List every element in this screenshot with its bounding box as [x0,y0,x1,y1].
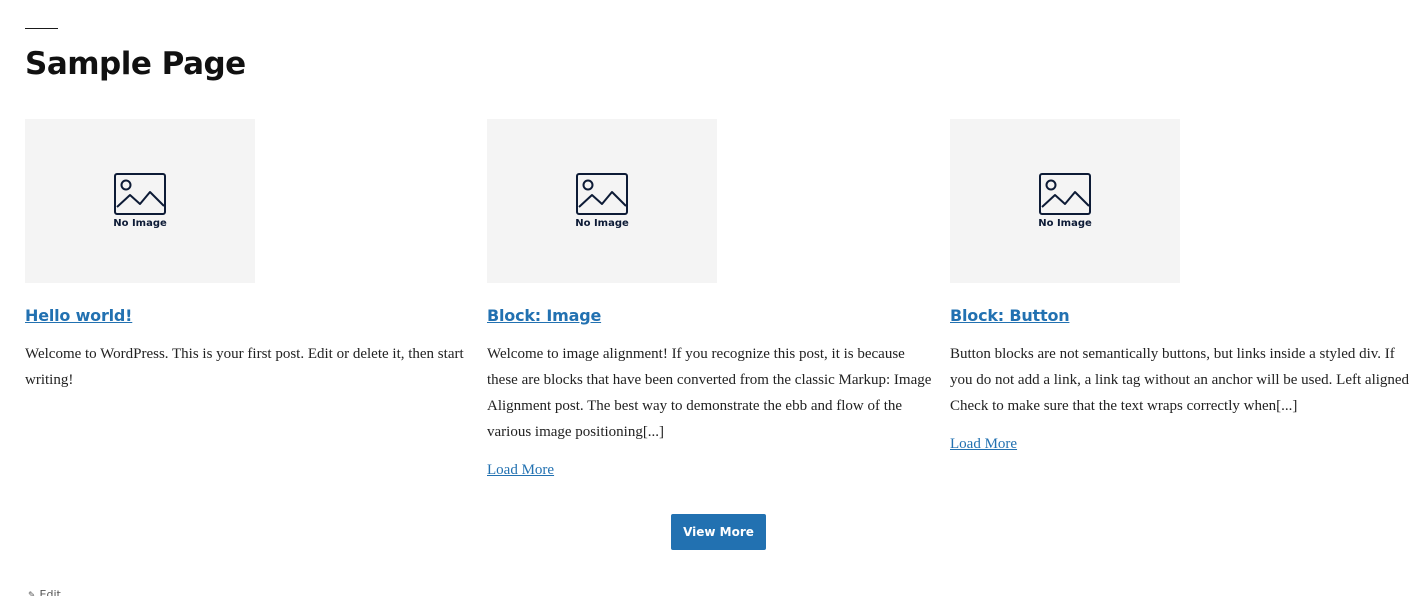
image-placeholder-icon [576,173,628,215]
no-image-label: No Image [1038,218,1092,229]
load-more-link[interactable]: Load More [950,434,1017,454]
post-excerpt: Welcome to image alignment! If you recog… [487,346,932,440]
view-more-button[interactable]: View More [671,514,766,550]
post-title: Hello world! [25,306,475,326]
post-title-link[interactable]: Block: Button [950,306,1070,325]
edit-link[interactable]: ✎ Edit [28,588,61,596]
post-card: No Image Block: Image Welcome to image a… [487,119,937,480]
page-title: Sample Page [25,46,246,82]
post-card: No Image Hello world! Welcome to WordPre… [25,119,475,393]
title-divider [25,28,58,29]
load-more-link[interactable]: Load More [487,460,554,480]
post-title-link[interactable]: Block: Image [487,306,601,325]
image-placeholder-icon [114,173,166,215]
post-excerpt: Welcome to WordPress. This is your first… [25,346,464,388]
post-thumbnail-placeholder[interactable]: No Image [25,119,255,283]
post-thumbnail-placeholder[interactable]: No Image [950,119,1180,283]
post-title: Block: Button [950,306,1410,326]
image-placeholder-icon [1039,173,1091,215]
post-title: Block: Image [487,306,937,326]
no-image-label: No Image [575,218,629,229]
post-card: No Image Block: Button Button blocks are… [950,119,1410,454]
post-thumbnail-placeholder[interactable]: No Image [487,119,717,283]
post-excerpt: Button blocks are not semantically butto… [950,346,1410,414]
pencil-icon: ✎ [28,591,36,596]
edit-label: Edit [39,588,61,596]
no-image-label: No Image [113,218,167,229]
post-title-link[interactable]: Hello world! [25,306,132,325]
